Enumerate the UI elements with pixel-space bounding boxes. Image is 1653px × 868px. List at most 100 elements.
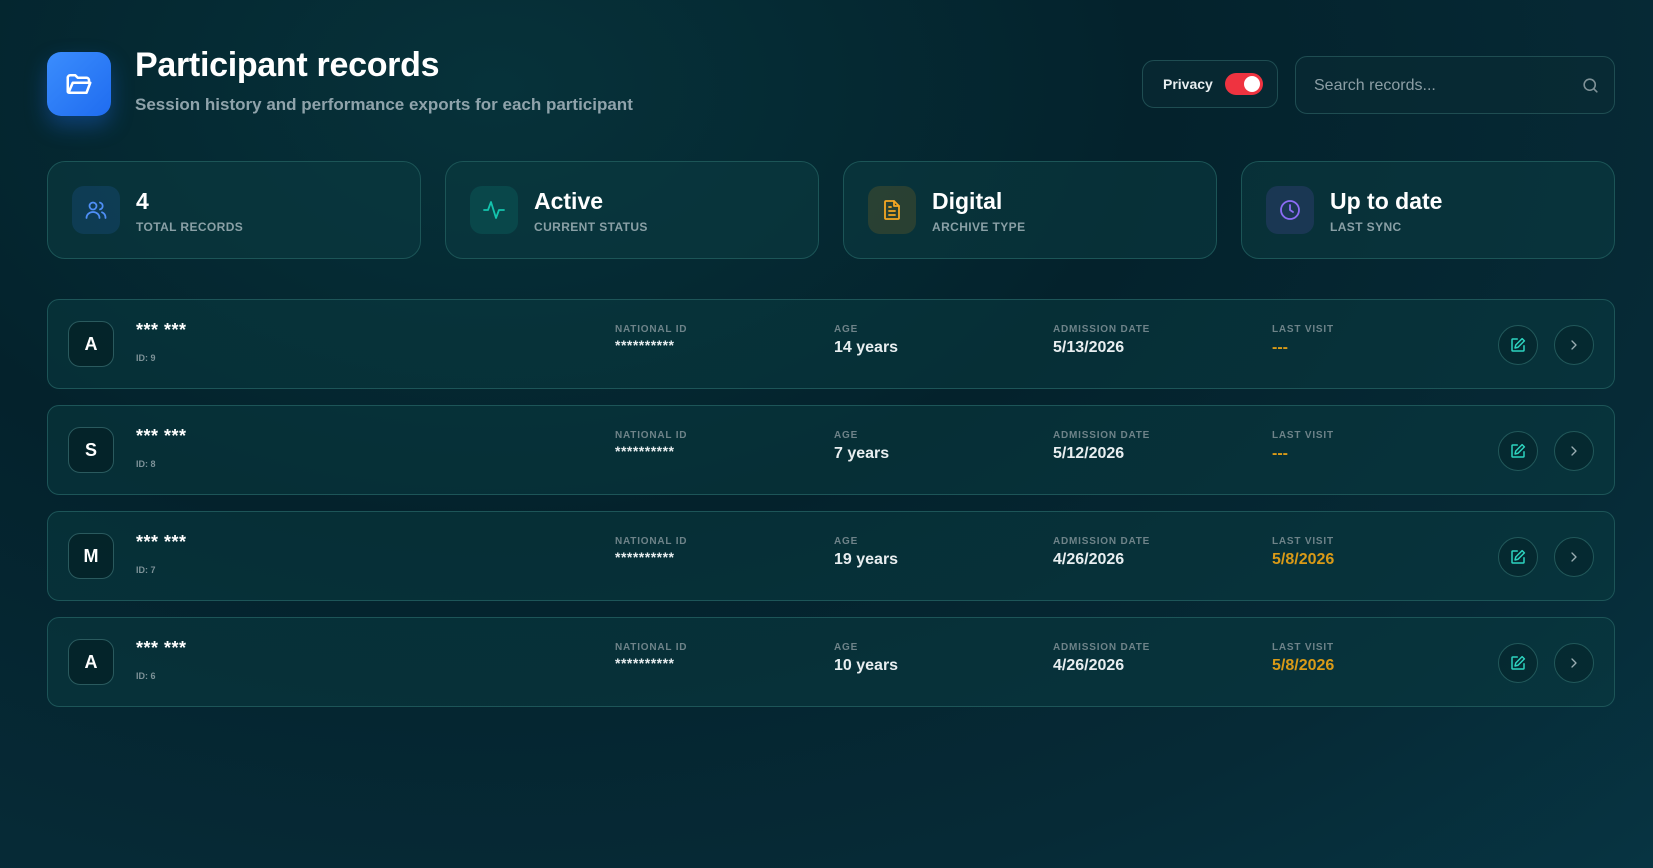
- document-icon: [868, 186, 916, 234]
- field-value: **********: [615, 655, 675, 671]
- participant-id: ID: 7: [136, 565, 156, 575]
- avatar: S: [68, 427, 114, 473]
- field-value: 19 years: [834, 551, 899, 568]
- admission-date-field: ADMISSION DATE 5/13/2026: [1053, 324, 1150, 357]
- field-label: AGE: [834, 430, 859, 441]
- field-label: ADMISSION DATE: [1053, 642, 1151, 653]
- field-label: NATIONAL ID: [615, 430, 688, 441]
- edit-button[interactable]: [1498, 643, 1538, 683]
- stats-bar: 4 TOTAL RECORDS Active CURRENT STATUS Di…: [47, 161, 1615, 259]
- last-visit-field: LAST VISIT 5/8/2026: [1272, 642, 1334, 675]
- national-id-field: NATIONAL ID **********: [615, 430, 687, 459]
- field-label: NATIONAL ID: [615, 324, 688, 335]
- open-record-button[interactable]: [1554, 537, 1594, 577]
- activity-icon: [470, 186, 518, 234]
- privacy-toggle-container[interactable]: Privacy: [1142, 60, 1278, 108]
- admission-date-field: ADMISSION DATE 4/26/2026: [1053, 642, 1150, 675]
- edit-button[interactable]: [1498, 431, 1538, 471]
- edit-icon: [1511, 443, 1526, 458]
- field-label: LAST VISIT: [1272, 642, 1334, 653]
- field-value: 10 years: [834, 657, 899, 674]
- stat-label: CURRENT STATUS: [534, 220, 648, 234]
- page-subtitle: Session history and performance exports …: [135, 95, 633, 114]
- admission-date-field: ADMISSION DATE 5/12/2026: [1053, 430, 1150, 463]
- field-label: NATIONAL ID: [615, 536, 688, 547]
- national-id-field: NATIONAL ID **********: [615, 324, 687, 353]
- stat-label: TOTAL RECORDS: [136, 220, 244, 234]
- field-value: 4/26/2026: [1053, 551, 1125, 568]
- record-row[interactable]: S *** *** ID: 8 NATIONAL ID ********** A…: [47, 405, 1615, 495]
- field-label: ADMISSION DATE: [1053, 324, 1151, 335]
- search-input[interactable]: [1312, 57, 1576, 115]
- privacy-label: Privacy: [1163, 76, 1213, 92]
- folder-open-icon: [47, 52, 111, 116]
- search-icon[interactable]: [1581, 76, 1600, 100]
- field-value: 5/13/2026: [1053, 339, 1125, 356]
- participant-name: *** ***: [136, 320, 187, 340]
- age-field: AGE 7 years: [834, 430, 889, 463]
- avatar: A: [68, 639, 114, 685]
- avatar: A: [68, 321, 114, 367]
- search-box[interactable]: [1295, 56, 1615, 115]
- national-id-field: NATIONAL ID **********: [615, 642, 687, 671]
- field-value: 5/8/2026: [1272, 657, 1335, 674]
- field-label: LAST VISIT: [1272, 430, 1334, 441]
- field-value: ---: [1272, 339, 1288, 356]
- field-value: **********: [615, 549, 675, 565]
- field-value: ---: [1272, 445, 1288, 462]
- avatar: M: [68, 533, 114, 579]
- chevron-right-icon: [1571, 552, 1577, 562]
- edit-icon: [1511, 337, 1526, 352]
- field-value: 5/8/2026: [1272, 551, 1335, 568]
- field-label: LAST VISIT: [1272, 536, 1334, 547]
- edit-button[interactable]: [1498, 325, 1538, 365]
- field-value: **********: [615, 443, 675, 459]
- national-id-field: NATIONAL ID **********: [615, 536, 687, 565]
- stat-card-archive-type: Digital ARCHIVE TYPE: [843, 161, 1217, 259]
- field-value: 7 years: [834, 445, 890, 462]
- page-header: Participant records Session history and …: [47, 46, 1615, 118]
- age-field: AGE 19 years: [834, 536, 898, 569]
- field-value: 4/26/2026: [1053, 657, 1125, 674]
- field-label: NATIONAL ID: [615, 642, 688, 653]
- open-record-button[interactable]: [1554, 325, 1594, 365]
- record-row[interactable]: A *** *** ID: 9 NATIONAL ID ********** A…: [47, 299, 1615, 389]
- chevron-right-icon: [1571, 658, 1577, 668]
- participant-name: *** ***: [136, 426, 187, 446]
- chevron-right-icon: [1571, 446, 1577, 456]
- participant-id: ID: 6: [136, 671, 156, 681]
- privacy-toggle[interactable]: [1224, 73, 1263, 95]
- record-row[interactable]: M *** *** ID: 7 NATIONAL ID ********** A…: [47, 511, 1615, 601]
- edit-icon: [1511, 655, 1526, 670]
- stat-value: Up to date: [1330, 188, 1443, 214]
- participant-id: ID: 9: [136, 353, 156, 363]
- edit-icon: [1511, 549, 1526, 564]
- users-icon: [72, 186, 120, 234]
- participant-name: *** ***: [136, 532, 187, 552]
- edit-button[interactable]: [1498, 537, 1538, 577]
- admission-date-field: ADMISSION DATE 4/26/2026: [1053, 536, 1150, 569]
- open-record-button[interactable]: [1554, 643, 1594, 683]
- field-label: AGE: [834, 642, 859, 653]
- age-field: AGE 14 years: [834, 324, 898, 357]
- last-visit-field: LAST VISIT ---: [1272, 324, 1334, 357]
- stat-card-total-records: 4 TOTAL RECORDS: [47, 161, 421, 259]
- field-label: LAST VISIT: [1272, 324, 1334, 335]
- last-visit-field: LAST VISIT 5/8/2026: [1272, 536, 1334, 569]
- record-row[interactable]: A *** *** ID: 6 NATIONAL ID ********** A…: [47, 617, 1615, 707]
- stat-value: Digital: [932, 188, 1003, 214]
- stat-card-last-sync: Up to date LAST SYNC: [1241, 161, 1615, 259]
- open-record-button[interactable]: [1554, 431, 1594, 471]
- field-value: **********: [615, 337, 675, 353]
- participant-id: ID: 8: [136, 459, 156, 469]
- page-title: Participant records: [135, 46, 440, 84]
- field-label: ADMISSION DATE: [1053, 536, 1151, 547]
- field-label: ADMISSION DATE: [1053, 430, 1151, 441]
- chevron-right-icon: [1571, 340, 1577, 350]
- stat-value: Active: [534, 188, 604, 214]
- last-visit-field: LAST VISIT ---: [1272, 430, 1334, 463]
- participant-name: *** ***: [136, 638, 187, 658]
- stat-value: 4: [136, 188, 149, 214]
- field-label: AGE: [834, 536, 859, 547]
- field-value: 14 years: [834, 339, 899, 356]
